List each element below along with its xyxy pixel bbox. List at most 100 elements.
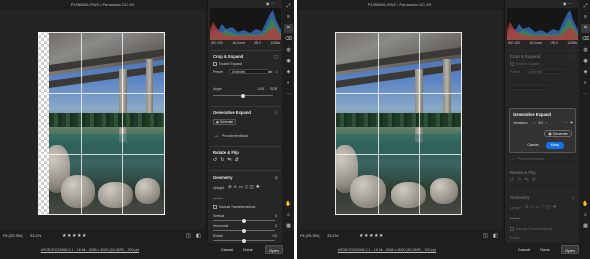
image-canvas[interactable] bbox=[0, 10, 205, 229]
edit-icon[interactable]: ≡ bbox=[284, 13, 293, 22]
swap-orientation-icon[interactable]: ⇄ bbox=[269, 69, 272, 74]
crop-expand-title: Crop & Expand bbox=[510, 54, 541, 59]
expand-icon[interactable]: ⤢ bbox=[284, 2, 293, 11]
next-variation-icon[interactable]: › bbox=[546, 121, 547, 125]
snapshots-icon[interactable]: ◐ bbox=[581, 79, 590, 88]
crop-handle[interactable] bbox=[38, 211, 42, 215]
red-eye-icon[interactable]: ◉ bbox=[284, 57, 293, 66]
more-options-icon[interactable]: ⋯ bbox=[564, 121, 567, 125]
hand-icon[interactable]: ✋ bbox=[581, 200, 590, 209]
toggle-view-icon[interactable]: ◧ bbox=[196, 229, 201, 243]
preset-dropdown[interactable]: Unlimited bbox=[229, 69, 269, 74]
cancel-button[interactable]: Cancel bbox=[516, 245, 532, 254]
manual-transform-toggle bbox=[510, 227, 514, 231]
crop-handle[interactable] bbox=[38, 32, 42, 36]
geometry-title[interactable]: Geometry bbox=[213, 175, 233, 180]
manual-transform-toggle[interactable] bbox=[213, 205, 217, 209]
upright-guided-icon[interactable]: ✚ bbox=[256, 184, 262, 189]
flip-vertical-icon[interactable]: ⇵ bbox=[235, 157, 242, 163]
prev-variation-icon[interactable]: ‹ bbox=[534, 121, 535, 125]
enable-expand-checkbox[interactable] bbox=[213, 62, 217, 66]
toggle-view-icon[interactable]: ◧ bbox=[493, 229, 498, 243]
image-canvas[interactable] bbox=[297, 10, 502, 229]
camera-icon[interactable]: ◉ bbox=[563, 1, 567, 6]
expand-icon[interactable]: ⤢ bbox=[581, 2, 590, 11]
more-tools-icon[interactable]: ⋯ bbox=[284, 90, 293, 99]
masking-icon[interactable]: ◍ bbox=[581, 46, 590, 55]
enable-expand-checkbox bbox=[510, 62, 514, 66]
workflow-options-link[interactable]: sRGB IEC61966-2.1 - 16 bit - 6288 x 8000… bbox=[10, 247, 170, 253]
angle-slider[interactable] bbox=[213, 93, 273, 98]
done-button[interactable]: Done bbox=[538, 245, 552, 254]
feedback-icon[interactable]: ▭ bbox=[215, 134, 218, 138]
zoom-fit-option[interactable]: Fit (25.3%) bbox=[300, 229, 320, 243]
zoom-fit-option[interactable]: Fit (25.3%) bbox=[3, 229, 23, 243]
more-icon[interactable]: ⋯ bbox=[568, 1, 572, 6]
cancel-button[interactable]: Cancel bbox=[219, 245, 235, 254]
provide-feedback-link[interactable]: Provide feedback bbox=[222, 134, 248, 138]
histogram bbox=[210, 8, 281, 40]
crop-handle[interactable] bbox=[161, 32, 165, 36]
star-rating[interactable]: ★★★★★ bbox=[62, 229, 87, 243]
generate-button[interactable]: ▣ Generate bbox=[213, 119, 237, 125]
cancel-popup-button[interactable]: Cancel bbox=[524, 142, 542, 149]
manual-transformations-label: Manual Transformations bbox=[219, 204, 256, 209]
angle-field bbox=[510, 85, 550, 90]
remove-icon[interactable]: ⌫ bbox=[284, 35, 293, 44]
presets-icon[interactable]: ◈ bbox=[581, 68, 590, 77]
camera-icon[interactable]: ◉ bbox=[266, 1, 270, 6]
rotate-flip-title[interactable]: Rotate & Flip bbox=[213, 150, 239, 155]
red-eye-icon[interactable]: ◉ bbox=[581, 57, 590, 66]
compare-icon[interactable]: ◫ bbox=[483, 229, 488, 243]
eye-icon[interactable]: ◎ bbox=[275, 175, 279, 180]
more-icon[interactable]: ⋯ bbox=[271, 1, 275, 6]
rotate-flip-tools: ↺↻⇋⇵ bbox=[213, 157, 242, 163]
flag-icon[interactable]: ⚑ bbox=[570, 121, 573, 125]
more-tools-icon[interactable]: ⋯ bbox=[581, 90, 590, 99]
crop-frame[interactable] bbox=[335, 32, 462, 215]
crop-icon[interactable]: ⌗ bbox=[284, 24, 293, 33]
zoom-percent-option[interactable]: 33.2% bbox=[327, 229, 338, 243]
upright-label: Upright bbox=[213, 186, 224, 190]
keep-button[interactable]: Keep bbox=[546, 142, 564, 149]
remove-icon[interactable]: ⌫ bbox=[581, 35, 590, 44]
horizontal-slider[interactable] bbox=[213, 228, 275, 233]
rotate-flip-title: Rotate & Flip bbox=[510, 170, 536, 175]
star-rating[interactable]: ★★★★★ bbox=[359, 229, 384, 243]
flip-horizontal-icon[interactable]: ⇋ bbox=[227, 157, 234, 163]
open-button[interactable]: Open bbox=[561, 245, 579, 254]
horizontal-value[interactable]: 0 bbox=[268, 224, 277, 228]
vertical-slider[interactable] bbox=[213, 218, 275, 223]
generative-expand-section: Generative Expand ⓘ ▣ Generate ▭ Provide… bbox=[210, 106, 281, 144]
grid-icon[interactable]: ▦ bbox=[581, 222, 590, 231]
geometry-title: Geometry bbox=[510, 195, 530, 200]
compare-icon[interactable]: ◫ bbox=[186, 229, 191, 243]
zoom-percent-option[interactable]: 33.2% bbox=[30, 229, 41, 243]
masking-icon[interactable]: ◍ bbox=[284, 46, 293, 55]
zoom-icon[interactable]: ⌕ bbox=[284, 211, 293, 220]
rotate-value[interactable]: 0.0 bbox=[266, 234, 277, 238]
zoom-icon[interactable]: ⌕ bbox=[581, 211, 590, 220]
snapshots-icon[interactable]: ◐ bbox=[284, 79, 293, 88]
generative-expand-title[interactable]: Generative Expand bbox=[213, 110, 251, 115]
info-icon[interactable]: ⓘ bbox=[274, 110, 278, 116]
rotate-slider[interactable] bbox=[213, 238, 275, 243]
crop-icon[interactable]: ⌗ bbox=[581, 24, 590, 33]
edit-icon[interactable]: ≡ bbox=[581, 13, 590, 22]
crop-handle[interactable] bbox=[161, 211, 165, 215]
crop-frame[interactable] bbox=[38, 32, 165, 215]
crop-expand-title[interactable]: Crop & Expand bbox=[213, 54, 243, 59]
presets-icon[interactable]: ◈ bbox=[284, 68, 293, 77]
grid-icon[interactable]: ▦ bbox=[284, 222, 293, 231]
done-button[interactable]: Done bbox=[241, 245, 255, 254]
section-collapse-icon[interactable]: ▢ bbox=[274, 54, 278, 59]
vertical-value[interactable]: 0 bbox=[268, 214, 277, 218]
generate-button[interactable]: ▣ Generate bbox=[544, 130, 572, 137]
workflow-options-link[interactable]: sRGB IEC61966-2.1 - 16 bit - 6288 x 8000… bbox=[307, 247, 467, 253]
rotate-label: Rotate bbox=[510, 236, 520, 240]
open-button[interactable]: Open bbox=[265, 245, 283, 254]
exif-info: ISO 100 16.0 mm f/8.0 1/200s bbox=[211, 41, 280, 45]
angle-value[interactable]: 0.00 bbox=[254, 87, 264, 91]
lock-icon[interactable]: ⌂ bbox=[276, 69, 278, 74]
hand-icon[interactable]: ✋ bbox=[284, 200, 293, 209]
